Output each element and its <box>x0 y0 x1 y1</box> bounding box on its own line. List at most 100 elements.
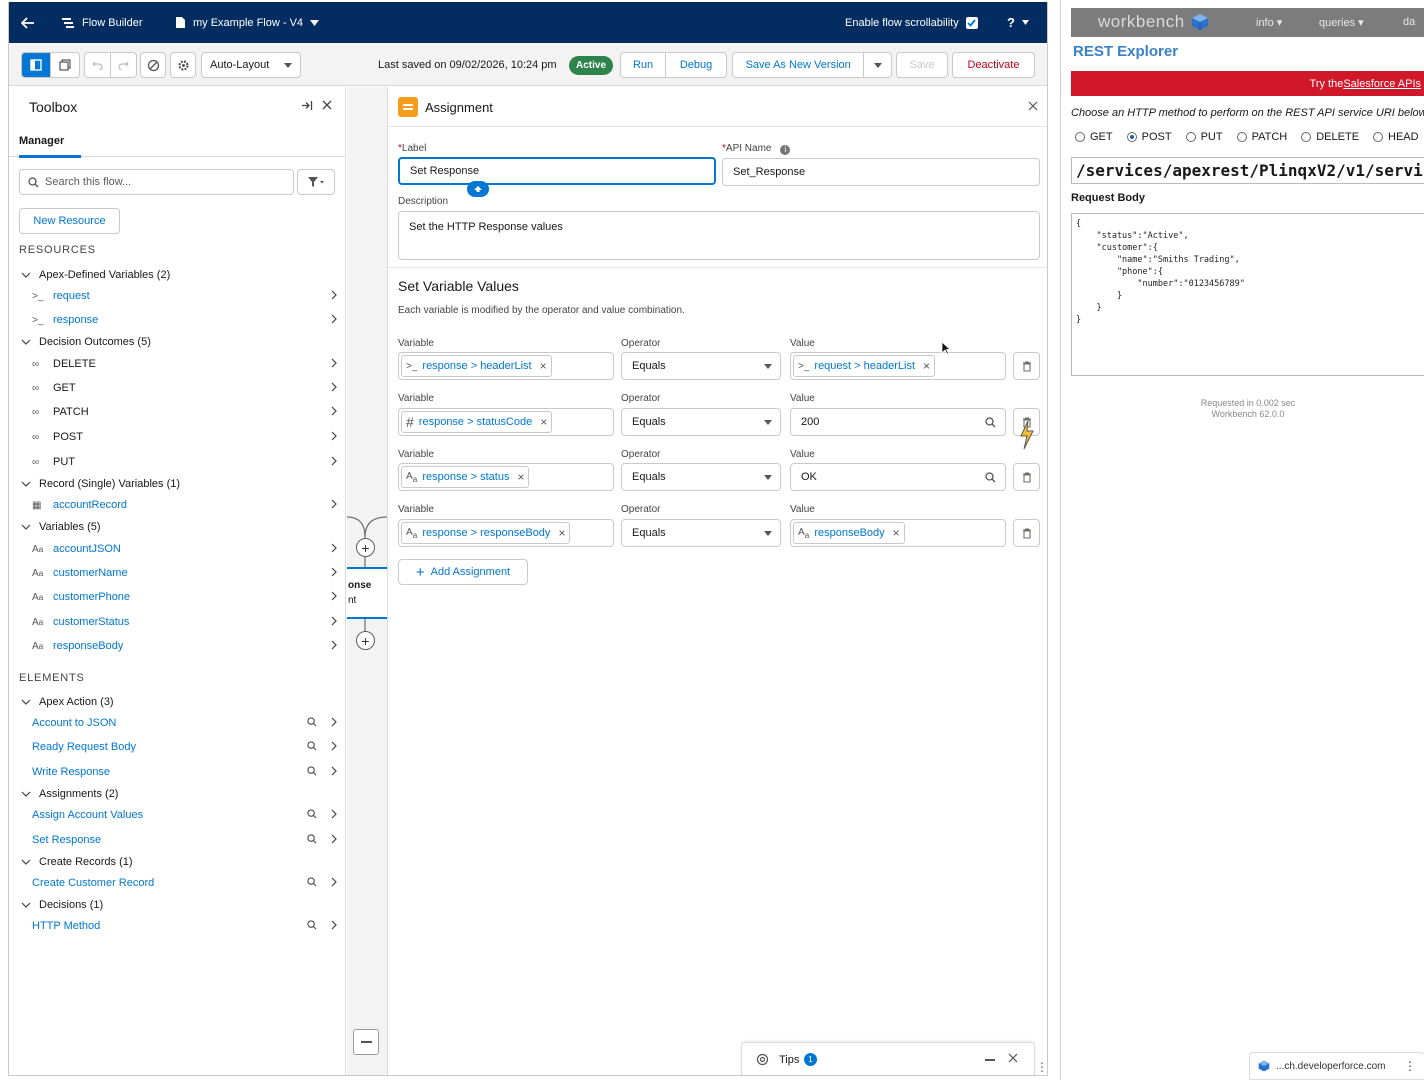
uri-input[interactable]: /services/apexrest/PlinqxV2/v1/services <box>1071 157 1424 184</box>
close-icon[interactable]: × <box>893 526 900 540</box>
add-element-icon[interactable]: + <box>356 538 375 557</box>
undo-button[interactable] <box>85 53 111 77</box>
variable-field[interactable]: Aa response > responseBody × <box>398 519 614 547</box>
variable-field[interactable]: Aa response > status × <box>398 463 614 491</box>
resource-customer-name[interactable]: Aa customerName <box>19 563 337 583</box>
close-icon[interactable] <box>1008 1053 1018 1066</box>
operator-select[interactable]: Equals <box>621 463 781 491</box>
zoom-out-button[interactable] <box>353 1029 379 1055</box>
delete-button[interactable] <box>1013 352 1040 380</box>
settings-button[interactable] <box>170 52 196 78</box>
close-icon[interactable]: × <box>923 359 930 373</box>
operator-select[interactable]: Equals <box>621 519 781 547</box>
request-body-textarea[interactable]: { "status":"Active", "customer":{ "name"… <box>1071 213 1424 376</box>
info-icon[interactable]: i <box>780 144 791 155</box>
menu-info[interactable]: info ▾ <box>1256 16 1282 29</box>
resource-response-body[interactable]: Aa responseBody <box>19 636 337 656</box>
tab-manager[interactable]: Manager <box>9 127 346 158</box>
menu-more[interactable]: da <box>1403 16 1415 28</box>
value-pill[interactable]: Aa responseBody × <box>793 522 905 544</box>
label-field[interactable]: Set Response <box>398 157 716 185</box>
dock-icon[interactable] <box>301 100 313 114</box>
close-icon[interactable]: × <box>540 415 547 429</box>
variable-field[interactable]: # response > statusCode × <box>398 408 614 436</box>
method-post[interactable]: POST <box>1126 131 1172 143</box>
host-bar[interactable]: ...ch.developerforce.com ⋮ <box>1249 1052 1424 1080</box>
search-icon[interactable] <box>985 472 996 486</box>
variable-pill[interactable]: # response > statusCode × <box>401 411 553 433</box>
delete-button[interactable] <box>1013 463 1040 491</box>
more-options-icon[interactable]: ⋮ <box>1404 1059 1416 1073</box>
group-assignments[interactable]: Assignments (2) <box>19 784 337 804</box>
back-button[interactable] <box>21 2 35 43</box>
more-options-icon[interactable]: ⋮ <box>1036 1060 1048 1074</box>
method-get[interactable]: GET <box>1075 131 1113 143</box>
resource-customer-status[interactable]: Aa customerStatus <box>19 612 337 632</box>
checkbox-checked-icon[interactable] <box>965 16 978 29</box>
element-assign-account-values[interactable]: Assign Account Values <box>19 805 337 825</box>
filter-button[interactable] <box>297 169 335 195</box>
resource-customer-phone[interactable]: Aa customerPhone <box>19 587 337 607</box>
close-icon[interactable] <box>1028 101 1038 114</box>
element-write-response[interactable]: Write Response <box>19 762 337 782</box>
variable-field[interactable]: >_ response > headerList × <box>398 352 614 380</box>
search-icon[interactable] <box>307 920 317 933</box>
operator-select[interactable]: Equals <box>621 408 781 436</box>
help-menu[interactable]: ? <box>1007 2 1029 43</box>
value-field[interactable]: >_ request > headerList × <box>790 352 1006 380</box>
search-icon[interactable] <box>307 834 317 847</box>
save-menu-button[interactable] <box>864 53 891 77</box>
method-patch[interactable]: PATCH <box>1236 131 1287 143</box>
save-as-new-version-button[interactable]: Save As New Version <box>733 53 865 77</box>
api-name-field[interactable]: Set_Response <box>722 158 1040 186</box>
element-ready-request-body[interactable]: Ready Request Body <box>19 737 337 757</box>
group-record-vars[interactable]: Record (Single) Variables (1) <box>19 474 337 494</box>
element-account-to-json[interactable]: Account to JSON <box>19 713 337 733</box>
variable-pill[interactable]: Aa response > responseBody × <box>401 522 571 544</box>
new-resource-button[interactable]: New Resource <box>19 208 120 234</box>
menu-queries[interactable]: queries ▾ <box>1319 16 1364 29</box>
outcome-put[interactable]: ∞ PUT <box>19 452 337 472</box>
add-assignment-button[interactable]: + Add Assignment <box>398 559 528 585</box>
method-delete[interactable]: DELETE <box>1301 131 1359 143</box>
outcome-post[interactable]: ∞ POST <box>19 427 337 447</box>
search-input[interactable]: Search this flow... <box>19 169 294 195</box>
add-element-icon[interactable]: + <box>356 631 375 650</box>
variable-pill[interactable]: Aa response > status × <box>401 466 530 488</box>
deactivate-button[interactable]: Deactivate <box>952 52 1035 78</box>
search-icon[interactable] <box>307 809 317 822</box>
redo-button[interactable] <box>111 53 136 77</box>
resource-response[interactable]: >_ response <box>19 310 337 330</box>
search-icon[interactable] <box>307 717 317 730</box>
operator-select[interactable]: Equals <box>621 352 781 380</box>
delete-button[interactable] <box>1013 519 1040 547</box>
set-response-node[interactable]: onse nt <box>347 567 387 619</box>
close-icon[interactable]: × <box>517 470 524 484</box>
search-icon[interactable] <box>307 741 317 754</box>
outcome-patch[interactable]: ∞ PATCH <box>19 402 337 422</box>
value-pill[interactable]: >_ request > headerList × <box>793 355 936 377</box>
salesforce-apis-link[interactable]: Salesforce APIs <box>1343 78 1421 90</box>
group-apex-vars[interactable]: Apex-Defined Variables (2) <box>19 265 337 285</box>
close-icon[interactable]: × <box>558 526 565 540</box>
resource-account-record[interactable]: ▦ accountRecord <box>19 495 337 515</box>
outcome-delete[interactable]: ∞ DELETE <box>19 354 337 374</box>
group-variables[interactable]: Variables (5) <box>19 517 337 537</box>
flow-canvas[interactable]: + onse nt + <box>347 87 387 1075</box>
method-put[interactable]: PUT <box>1185 131 1223 143</box>
value-field[interactable]: Aa responseBody × <box>790 519 1006 547</box>
toggle-toolbox-button[interactable] <box>22 53 51 77</box>
app-switcher[interactable]: Flow Builder <box>61 2 143 43</box>
group-create-records[interactable]: Create Records (1) <box>19 852 337 872</box>
close-icon[interactable] <box>322 100 332 113</box>
search-icon[interactable] <box>307 766 317 779</box>
minimize-icon[interactable] <box>985 1059 995 1061</box>
toggle-panel-button[interactable] <box>51 53 79 77</box>
group-apex-action[interactable]: Apex Action (3) <box>19 692 337 712</box>
close-icon[interactable]: × <box>540 359 547 373</box>
drag-handle-icon[interactable] <box>467 181 489 197</box>
description-field[interactable]: Set the HTTP Response values <box>398 211 1040 260</box>
element-create-customer-record[interactable]: Create Customer Record <box>19 873 337 893</box>
run-button[interactable]: Run <box>621 53 667 77</box>
value-field[interactable]: OK <box>790 463 1006 491</box>
